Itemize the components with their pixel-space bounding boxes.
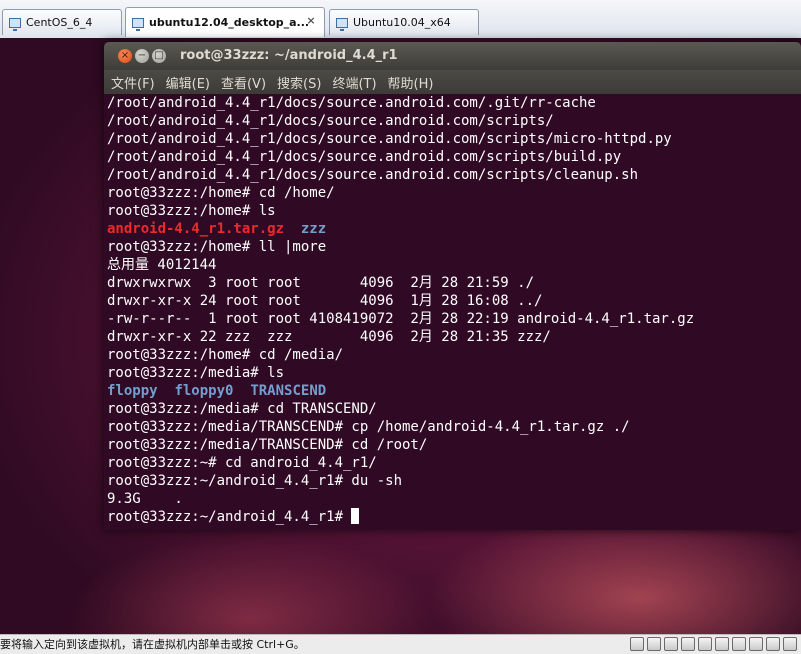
terminal-line: root@33zzz:/media/TRANSCEND# cd /root/	[107, 437, 428, 453]
vm-icon	[336, 17, 348, 31]
window-title: root@33zzz: ~/android_4.4_r1	[180, 48, 398, 63]
ls-entry: zzz	[300, 221, 327, 237]
terminal-line: root@33zzz:/home# ls	[107, 203, 276, 219]
cdrom-icon[interactable]	[664, 637, 678, 651]
text-cursor	[351, 508, 360, 524]
terminal-line: drwxr-xr-x 24 root root 4096 1月 28 16:08…	[107, 293, 543, 309]
terminal-line: 9.3G .	[107, 491, 183, 507]
terminal-line: /root/android_4.4_r1/docs/source.android…	[107, 131, 672, 147]
menu-help[interactable]: 帮助(H)	[387, 71, 435, 94]
tab-ubuntu12-desktop[interactable]: ubuntu12.04_desktop_a... ×	[125, 7, 325, 37]
terminal-titlebar[interactable]: × − □ root@33zzz: ~/android_4.4_r1	[104, 42, 801, 70]
vm-icon	[9, 17, 21, 31]
menu-edit[interactable]: 编辑(E)	[165, 71, 211, 94]
host-tab-bar: CentOS_6_4 ubuntu12.04_desktop_a... × Ub…	[0, 0, 801, 39]
message-icon[interactable]	[783, 637, 797, 651]
terminal-line: /root/android_4.4_r1/docs/source.android…	[107, 167, 639, 183]
terminal-line: 总用量 4012144	[107, 257, 217, 273]
terminal-line: drwxrwxrwx 3 root root 4096 2月 28 21:59 …	[107, 275, 535, 291]
floppy-icon[interactable]	[732, 637, 746, 651]
status-message: 要将输入定向到该虚拟机，请在虚拟机内部单击或按 Ctrl+G。	[0, 638, 305, 651]
ls-entry: TRANSCEND	[250, 383, 327, 399]
usb-icon[interactable]	[766, 637, 780, 651]
terminal-line: root@33zzz:~/android_4.4_r1#	[104, 508, 801, 526]
vm-icon	[132, 17, 144, 31]
network-icon[interactable]	[647, 637, 661, 651]
terminal-line: /root/android_4.4_r1/docs/source.android…	[107, 113, 554, 129]
terminal-line: /root/android_4.4_r1/docs/source.android…	[107, 95, 596, 111]
menu-file[interactable]: 文件(F)	[110, 71, 156, 94]
ls-entry: floppy	[107, 383, 158, 399]
sound-icon[interactable]	[698, 637, 712, 651]
menu-terminal[interactable]: 终端(T)	[331, 71, 377, 94]
host-status-bar: 要将输入定向到该虚拟机，请在虚拟机内部单击或按 Ctrl+G。	[0, 634, 801, 654]
menu-search[interactable]: 搜索(S)	[276, 71, 322, 94]
ls-entry: floppy0	[174, 383, 234, 399]
terminal-window[interactable]: × − □ root@33zzz: ~/android_4.4_r1 文件(F)…	[104, 42, 801, 530]
tab-label: Ubuntu10.04_x64	[353, 16, 451, 29]
terminal-line: root@33zzz:/home# cd /home/	[107, 185, 335, 201]
terminal-line: root@33zzz:/home# ll |more	[107, 239, 327, 255]
terminal-line: root@33zzz:~/android_4.4_r1# du -sh	[107, 473, 403, 489]
ls-entry: android-4.4_r1.tar.gz	[107, 221, 285, 237]
tab-label: ubuntu12.04_desktop_a...	[149, 16, 310, 29]
terminal-line: root@33zzz:/media# cd TRANSCEND/	[107, 401, 377, 417]
terminal-line: root@33zzz:/home# cd /media/	[107, 347, 344, 363]
hdd-icon[interactable]	[630, 637, 644, 651]
display-icon[interactable]	[749, 637, 763, 651]
terminal-line: root@33zzz:/media# ls	[107, 365, 285, 381]
tab-ubuntu10-x64[interactable]: Ubuntu10.04_x64	[329, 9, 479, 35]
maximize-button[interactable]: □	[152, 49, 166, 63]
terminal-line: root@33zzz:/media/TRANSCEND# cp /home/an…	[107, 419, 630, 435]
close-button[interactable]: ×	[118, 49, 132, 63]
terminal-line: root@33zzz:~# cd android_4.4_r1/	[107, 455, 377, 471]
menu-view[interactable]: 查看(V)	[220, 71, 267, 94]
terminal-line: android-4.4_r1.tar.gz zzz	[104, 220, 801, 238]
minimize-button[interactable]: −	[135, 49, 149, 63]
tab-centos[interactable]: CentOS_6_4	[2, 9, 122, 35]
terminal-text: root@33zzz:~/android_4.4_r1#	[107, 509, 352, 525]
printer-icon[interactable]	[681, 637, 695, 651]
scrollbar[interactable]	[797, 94, 801, 530]
terminal-menubar: 文件(F) 编辑(E) 查看(V) 搜索(S) 终端(T) 帮助(H)	[104, 70, 801, 94]
terminal-line: floppy floppy0 TRANSCEND	[104, 382, 801, 400]
terminal-line: -rw-r--r-- 1 root root 4108419072 2月 28 …	[107, 311, 695, 327]
floppy-icon[interactable]	[715, 637, 729, 651]
tab-label: CentOS_6_4	[26, 16, 93, 29]
tab-close-icon[interactable]: ×	[304, 14, 318, 28]
device-icons	[627, 637, 797, 651]
terminal-line: /root/android_4.4_r1/docs/source.android…	[107, 149, 622, 165]
terminal-line: drwxr-xr-x 22 zzz zzz 4096 2月 28 21:35 z…	[107, 329, 551, 345]
terminal-output[interactable]: /root/android_4.4_r1/docs/source.android…	[104, 94, 801, 530]
